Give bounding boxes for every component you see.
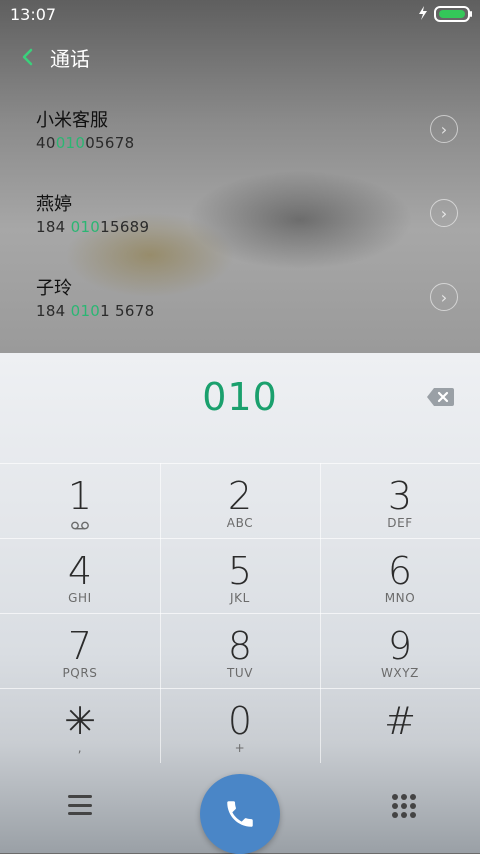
contact-number: 4001005678 [36,134,135,152]
key-4[interactable]: 4 GHI [0,538,160,613]
suggestion-item[interactable]: 燕婷 184 01015689 › [0,170,480,254]
key-8[interactable]: 8 TUV [160,613,320,688]
key-letters: ABC [226,516,254,530]
key-digit: 0 [227,699,253,743]
key-digit: 8 [227,624,253,668]
key-letters: MNO [384,591,416,605]
key-digit: 9 [387,624,413,668]
key-letters: DEF [387,516,413,530]
contact-name: 子玲 [36,278,72,299]
key-0[interactable]: 0 + [160,688,320,763]
call-button[interactable] [200,774,280,854]
key-digit: 1 [67,474,93,518]
phone-icon [227,801,253,827]
key-digit: 7 [67,624,93,668]
suggestion-item[interactable]: 小米客服 4001005678 › [0,86,480,170]
status-bar: 13:07 [0,0,480,28]
app-header: 通话 [0,28,480,86]
key-digit: ✳ [64,699,96,743]
backspace-icon[interactable] [426,387,454,407]
key-3[interactable]: 3 DEF [320,463,480,538]
key-digit: # [384,699,416,743]
dialpad-icon[interactable] [392,794,416,818]
key-2[interactable]: 2 ABC [160,463,320,538]
contact-name: 小米客服 [36,110,108,131]
keypad-divider [160,463,161,763]
status-time: 13:07 [10,4,57,24]
key-digit: 5 [227,549,253,593]
key-letters: + [234,741,246,755]
key-letters: PQRS [62,666,98,680]
chevron-right-icon[interactable]: › [430,115,458,143]
menu-icon[interactable] [68,795,92,815]
bolt-icon [418,5,428,24]
suggestion-item[interactable]: 子玲 184 0101 5678 › [0,254,480,338]
key-digit: 6 [387,549,413,593]
dialer-actions [0,768,480,854]
key-6[interactable]: 6 MNO [320,538,480,613]
key-digit: 2 [227,474,253,518]
key-letters: TUV [226,666,254,680]
battery-icon [434,6,472,22]
key-hash[interactable]: # [320,688,480,763]
keypad-divider [320,463,321,763]
chevron-left-icon[interactable] [18,47,38,67]
key-letters: GHI [68,591,92,605]
voicemail-icon [0,519,160,533]
dialed-number: 010 [202,375,278,419]
contact-number: 184 01015689 [36,218,150,236]
key-digit: 3 [387,474,413,518]
status-icons [418,5,472,24]
chevron-right-icon[interactable]: › [430,199,458,227]
key-letters: , [77,741,83,755]
key-digit: 4 [67,549,93,593]
contact-number: 184 0101 5678 [36,302,155,320]
key-5[interactable]: 5 JKL [160,538,320,613]
page-title: 通话 [50,46,90,71]
chevron-right-icon[interactable]: › [430,283,458,311]
key-9[interactable]: 9 WXYZ [320,613,480,688]
contact-suggestions: 小米客服 4001005678 › 燕婷 184 01015689 › 子玲 1… [0,86,480,353]
key-star[interactable]: ✳ , [0,688,160,763]
key-7[interactable]: 7 PQRS [0,613,160,688]
key-1[interactable]: 1 [0,463,160,538]
key-letters: WXYZ [380,666,420,680]
contact-name: 燕婷 [36,194,72,215]
key-letters: JKL [230,591,250,605]
